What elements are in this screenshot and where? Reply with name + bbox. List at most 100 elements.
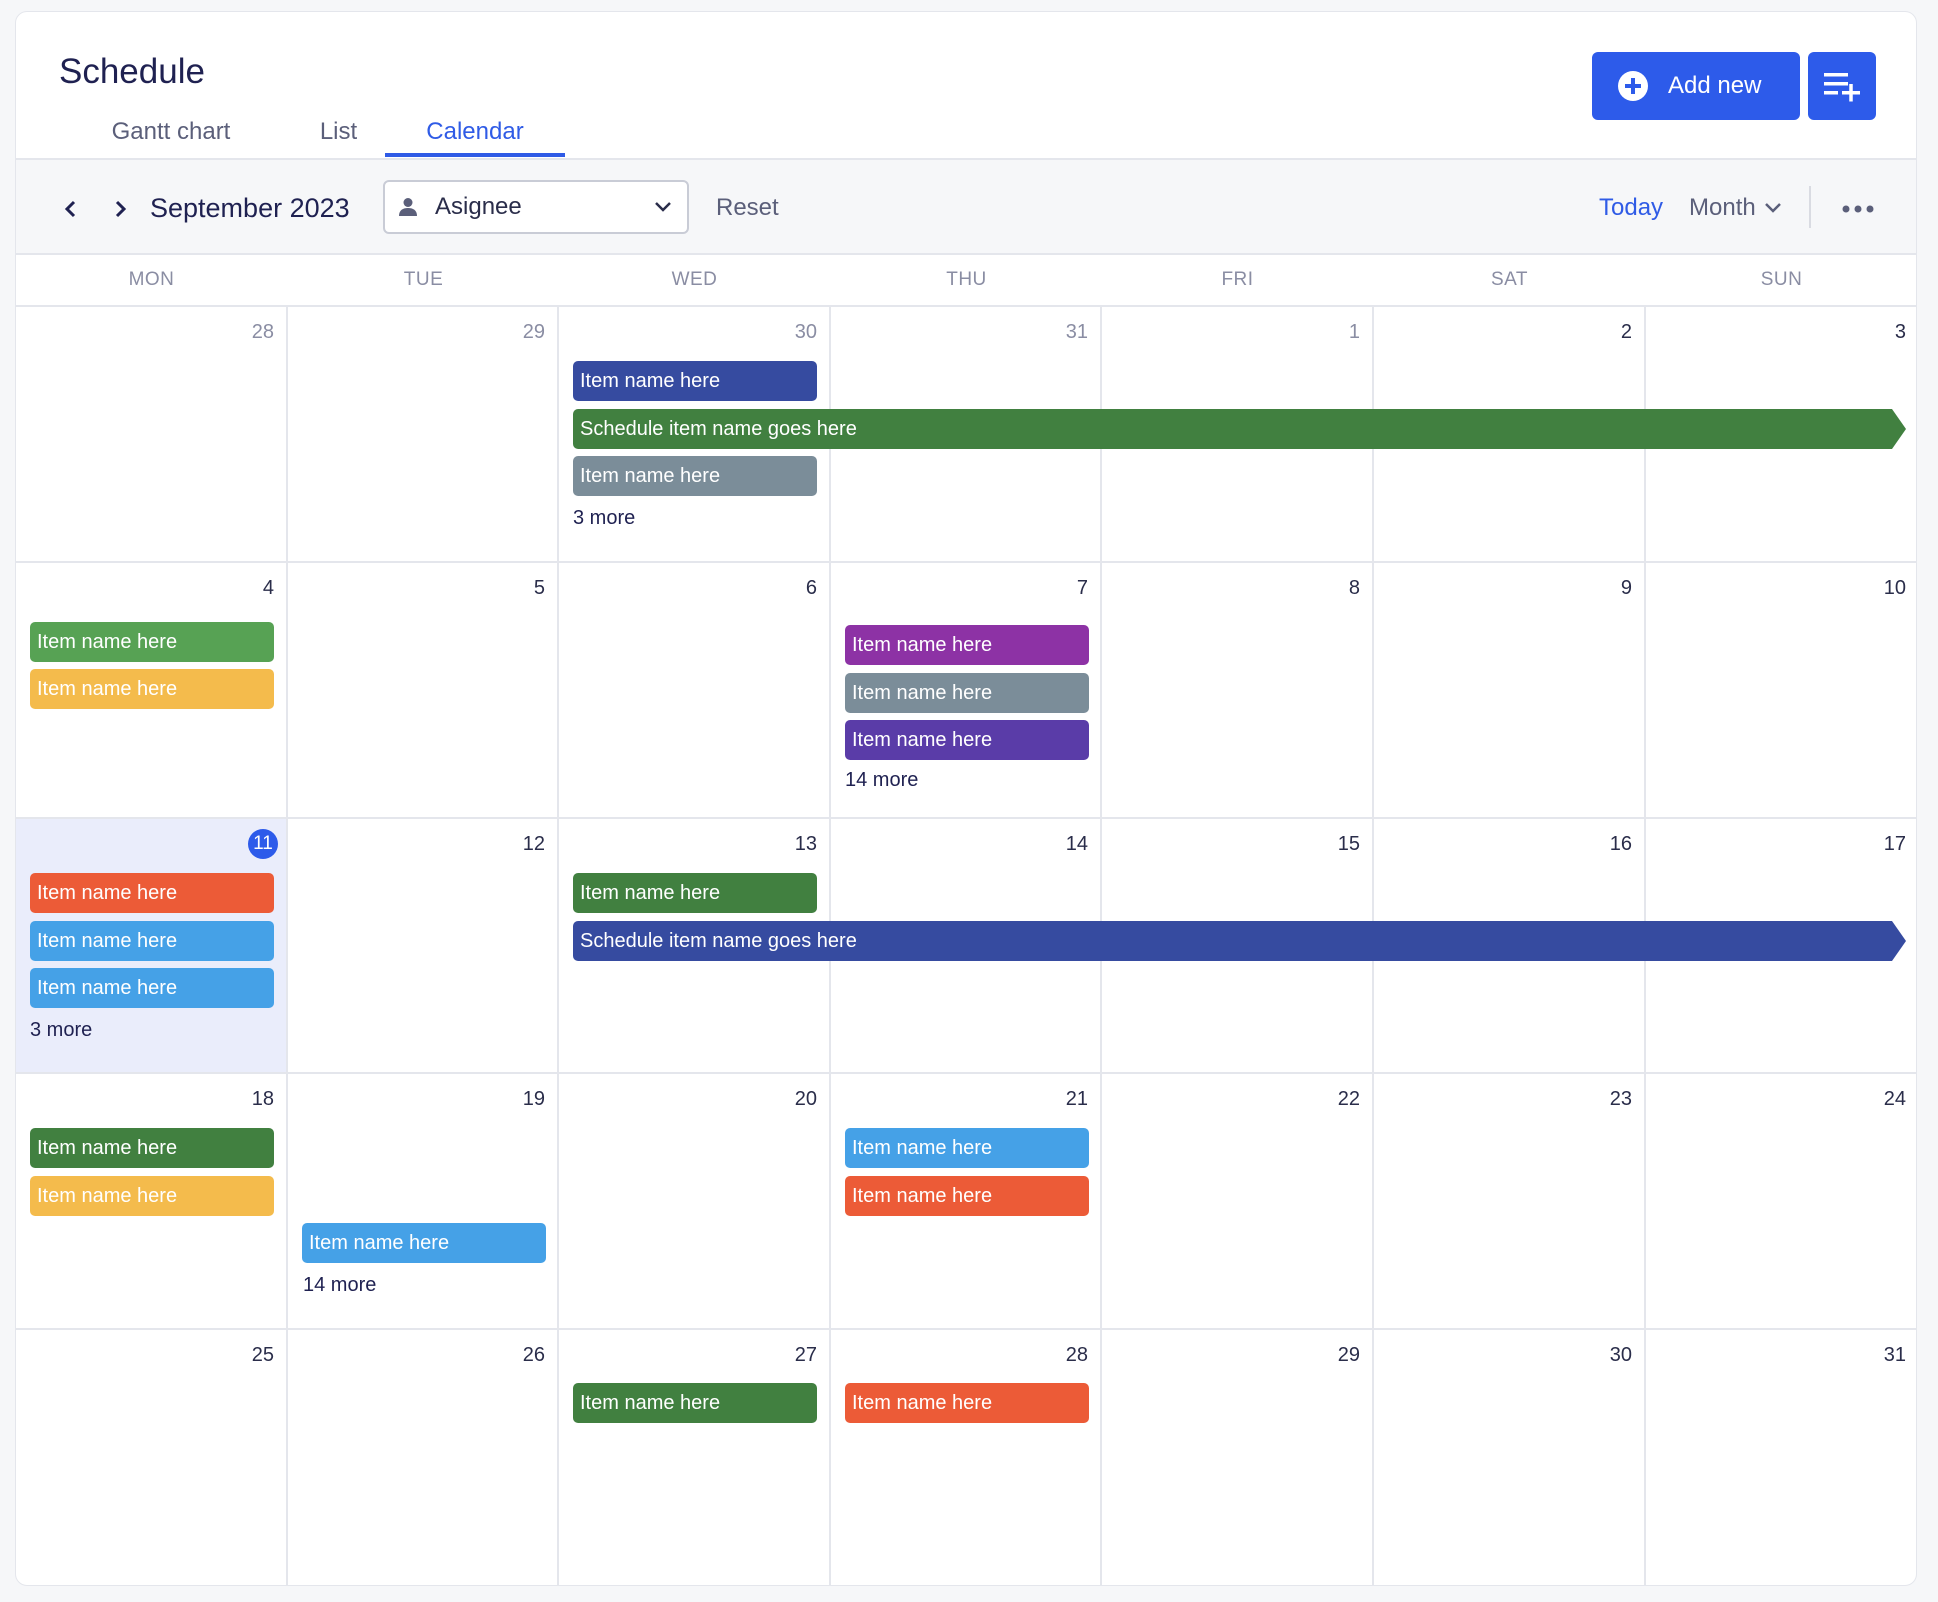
day-cell[interactable]: 5 <box>288 563 559 819</box>
day-cell[interactable]: 24 <box>1646 1074 1916 1330</box>
tab-calendar[interactable]: Calendar <box>385 118 565 158</box>
event-chip[interactable]: Item name here <box>302 1223 546 1263</box>
chevron-down-icon <box>655 202 671 212</box>
event-chip[interactable]: Item name here <box>573 456 817 496</box>
weekday-wed: WED <box>671 269 718 290</box>
day-number: 22 <box>1337 1088 1360 1110</box>
day-number: 12 <box>522 833 545 855</box>
playlist-add-icon <box>1824 73 1860 102</box>
day-cell[interactable]: 9 <box>1374 563 1646 819</box>
more-options-button[interactable] <box>1838 194 1878 224</box>
event-chip[interactable]: Item name here <box>30 873 274 913</box>
day-number: 17 <box>1883 833 1906 855</box>
toolbar-divider <box>1809 186 1811 228</box>
chevron-right-icon <box>115 200 127 218</box>
schedule-card: Schedule Gantt chart List Calendar Add n… <box>15 11 1917 1586</box>
day-cell[interactable]: 23 <box>1374 1074 1646 1330</box>
today-badge: 11 <box>248 829 278 859</box>
view-mode-select[interactable]: Month <box>1689 194 1782 222</box>
day-cell[interactable]: 28 <box>831 1330 1102 1585</box>
event-chip[interactable]: Item name here <box>30 669 274 709</box>
weekday-tue: TUE <box>403 269 444 290</box>
day-cell[interactable]: 22 <box>1102 1074 1374 1330</box>
event-chip[interactable]: Item name here <box>845 625 1089 665</box>
day-number: 2 <box>1620 321 1632 343</box>
day-cell[interactable]: 29 <box>288 307 559 563</box>
more-events-link[interactable]: 3 more <box>30 1019 92 1042</box>
day-number: 7 <box>1076 577 1088 599</box>
reset-button[interactable]: Reset <box>716 194 779 222</box>
day-cell[interactable]: 29 <box>1102 1330 1374 1585</box>
day-cell[interactable]: 26 <box>288 1330 559 1585</box>
day-number: 1 <box>1348 321 1360 343</box>
day-cell[interactable]: 31 <box>1646 1330 1916 1585</box>
active-tab-indicator <box>385 153 565 157</box>
header: Schedule Gantt chart List Calendar Add n… <box>16 12 1916 160</box>
event-chip[interactable]: Item name here <box>30 1176 274 1216</box>
multi-day-event-bar[interactable]: Schedule item name goes here <box>573 921 1906 961</box>
event-chip[interactable]: Item name here <box>845 1128 1089 1168</box>
day-number: 31 <box>1065 321 1088 343</box>
day-cell[interactable]: 8 <box>1102 563 1374 819</box>
day-number: 4 <box>262 577 274 599</box>
day-cell[interactable]: 27 <box>559 1330 831 1585</box>
event-chip[interactable]: Item name here <box>30 622 274 662</box>
day-cell[interactable]: 6 <box>559 563 831 819</box>
day-cell[interactable]: 28 <box>16 307 288 563</box>
event-chip[interactable]: Item name here <box>30 921 274 961</box>
day-number: 28 <box>251 321 274 343</box>
day-number: 28 <box>1065 1344 1088 1366</box>
assignee-select-label: Asignee <box>435 193 522 220</box>
day-cell[interactable]: 25 <box>16 1330 288 1585</box>
more-events-link[interactable]: 3 more <box>573 507 635 530</box>
more-events-link[interactable]: 14 more <box>845 769 918 792</box>
more-horizontal-icon <box>1842 205 1874 213</box>
day-cell[interactable]: 30 <box>1374 1330 1646 1585</box>
event-chip[interactable]: Item name here <box>845 1176 1089 1216</box>
event-chip[interactable]: Item name here <box>573 873 817 913</box>
day-number: 29 <box>1337 1344 1360 1366</box>
day-cell[interactable]: 12 <box>288 819 559 1074</box>
more-events-link[interactable]: 14 more <box>303 1274 376 1297</box>
day-number: 27 <box>794 1344 817 1366</box>
next-month-button[interactable] <box>105 194 135 224</box>
today-button[interactable]: Today <box>1599 194 1663 222</box>
month-grid: 28 29 30 31 1 2 3 4 5 6 7 8 9 10 11 12 1… <box>16 307 1916 1585</box>
weekday-sat: SAT <box>1490 269 1529 290</box>
page-title: Schedule <box>59 52 205 91</box>
tab-list[interactable]: List <box>286 118 391 158</box>
day-number: 5 <box>533 577 545 599</box>
add-to-list-button[interactable] <box>1808 52 1876 120</box>
day-number: 10 <box>1883 577 1906 599</box>
chevron-down-icon <box>1764 203 1781 213</box>
day-cell[interactable]: 10 <box>1646 563 1916 819</box>
weekday-fri: FRI <box>1221 269 1254 290</box>
event-chip[interactable]: Item name here <box>845 1383 1089 1423</box>
event-chip[interactable]: Item name here <box>573 1383 817 1423</box>
view-mode-label: Month <box>1689 194 1756 221</box>
chevron-left-icon <box>64 200 76 218</box>
current-month-label: September 2023 <box>150 193 350 223</box>
day-number: 9 <box>1620 577 1632 599</box>
day-number: 15 <box>1337 833 1360 855</box>
day-number: 3 <box>1894 321 1906 343</box>
event-chip[interactable]: Item name here <box>845 673 1089 713</box>
event-chip[interactable]: Item name here <box>30 1128 274 1168</box>
tab-gantt-chart[interactable]: Gantt chart <box>91 118 251 158</box>
day-number: 8 <box>1348 577 1360 599</box>
day-cell[interactable]: 20 <box>559 1074 831 1330</box>
day-number: 6 <box>805 577 817 599</box>
event-chip[interactable]: Item name here <box>30 968 274 1008</box>
weekday-mon: MON <box>128 269 175 290</box>
person-icon <box>399 198 417 216</box>
day-number: 30 <box>1609 1344 1632 1366</box>
multi-day-event-bar[interactable]: Schedule item name goes here <box>573 409 1906 449</box>
day-number: 25 <box>251 1344 274 1366</box>
assignee-select[interactable]: Asignee <box>383 180 689 234</box>
event-chip[interactable]: Item name here <box>845 720 1089 760</box>
event-chip[interactable]: Item name here <box>573 361 817 401</box>
prev-month-button[interactable] <box>56 194 86 224</box>
day-number: 23 <box>1609 1088 1632 1110</box>
weekday-header: MON TUE WED THU FRI SAT SUN <box>16 255 1916 307</box>
add-new-button[interactable]: Add new <box>1592 52 1800 120</box>
